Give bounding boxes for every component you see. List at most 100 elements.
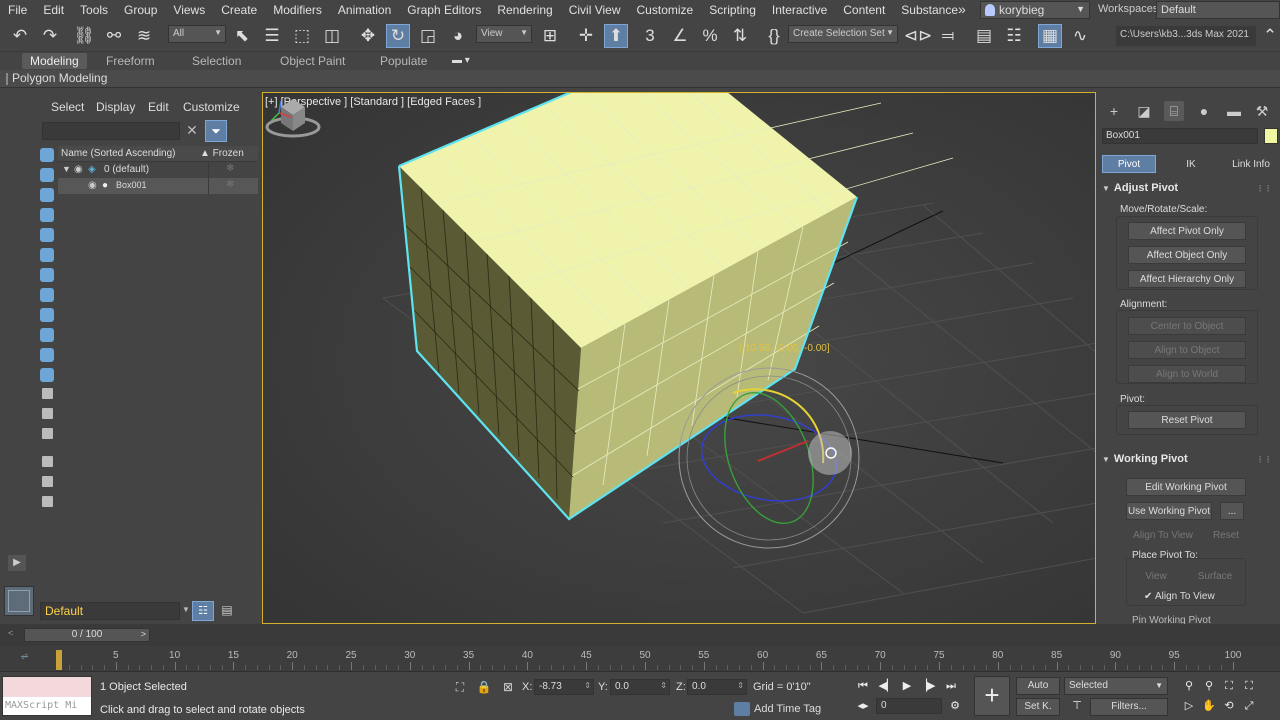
default-in-out-tangent-icon[interactable]: ⊤ bbox=[1068, 698, 1086, 714]
select-object-icon[interactable]: ⬉ bbox=[230, 24, 254, 48]
all-filter-icon[interactable] bbox=[42, 388, 53, 399]
play-icon[interactable]: ▶ bbox=[898, 678, 916, 694]
maximize-viewport-icon[interactable]: ⤢ bbox=[1240, 698, 1258, 714]
snowflake-icon[interactable]: ❄ bbox=[226, 163, 234, 174]
edit-named-selection-icon[interactable]: {} bbox=[762, 24, 786, 48]
previous-frame-icon[interactable]: ◀▏ bbox=[878, 678, 896, 694]
polygon-modeling-panel[interactable]: Polygon Modeling bbox=[12, 71, 107, 85]
spinner-snap-icon[interactable]: ⇅ bbox=[728, 24, 752, 48]
named-selection-set-select[interactable]: Create Selection Set ▼ bbox=[788, 25, 898, 43]
mirror-icon[interactable]: ⊲⊳ bbox=[904, 24, 933, 48]
rectangular-selection-icon[interactable]: ⬚ bbox=[290, 24, 314, 48]
affect-hierarchy-only-button[interactable]: Affect Hierarchy Only bbox=[1128, 270, 1246, 288]
z-coordinate-field[interactable]: 0.0 ⇕ bbox=[687, 679, 747, 695]
hierarchy-tab-icon[interactable]: ⌸ bbox=[1164, 101, 1184, 121]
find-icon[interactable] bbox=[42, 496, 53, 507]
keyboard-shortcut-override-icon[interactable]: ⬆ bbox=[604, 24, 628, 48]
timeline-toggle-icon[interactable]: < bbox=[8, 628, 18, 642]
maxscript-output[interactable] bbox=[3, 677, 91, 697]
eye-icon[interactable]: ◉ bbox=[88, 180, 98, 191]
spinner-icon[interactable]: ⇕ bbox=[737, 681, 744, 690]
menu-create[interactable]: Create bbox=[213, 3, 265, 17]
undo-icon[interactable]: ↶ bbox=[8, 24, 32, 48]
place-icon[interactable]: ◕ bbox=[446, 24, 470, 48]
key-mode-toggle-icon[interactable]: ◂▸ bbox=[854, 698, 872, 714]
menu-substance[interactable]: Substance bbox=[893, 3, 966, 17]
hidden-filter-icon[interactable] bbox=[40, 368, 54, 382]
menu-edit[interactable]: Edit bbox=[35, 3, 72, 17]
scene-explorer-toggle-icon[interactable]: ▤ bbox=[972, 24, 996, 48]
redo-icon[interactable]: ↷ bbox=[38, 24, 62, 48]
spinner-icon[interactable]: ⇕ bbox=[584, 681, 591, 690]
rotate-icon[interactable]: ↻ bbox=[386, 24, 410, 48]
affect-pivot-only-button[interactable]: Affect Pivot Only bbox=[1128, 222, 1246, 240]
user-account-dropdown[interactable]: korybieg ▼ bbox=[980, 1, 1090, 19]
y-coordinate-field[interactable]: 0.0 ⇕ bbox=[610, 679, 670, 695]
workspaces-select[interactable]: Default bbox=[1156, 1, 1280, 19]
pivot-tab[interactable]: Pivot bbox=[1102, 155, 1156, 173]
funnel-icon[interactable] bbox=[42, 476, 53, 487]
angle-snap-icon[interactable]: ∠ bbox=[668, 24, 692, 48]
set-key-button[interactable]: Set K. bbox=[1016, 698, 1060, 716]
bone-filter-icon[interactable] bbox=[40, 308, 54, 322]
time-configuration-icon[interactable]: ⚙ bbox=[946, 698, 964, 714]
move-icon[interactable]: ✥ bbox=[356, 24, 380, 48]
modify-tab-icon[interactable]: ◪ bbox=[1134, 101, 1154, 121]
place-pivot-view-button[interactable]: View bbox=[1132, 567, 1180, 585]
eye-icon[interactable]: ◉ bbox=[74, 164, 84, 175]
explorer-menu-display[interactable]: Display bbox=[96, 100, 135, 114]
pan-icon[interactable]: ✋ bbox=[1200, 698, 1218, 714]
percent-snap-icon[interactable]: % bbox=[698, 24, 722, 48]
ribbon-display-toggle-icon[interactable]: ▬ ▾ bbox=[452, 55, 480, 67]
align-icon[interactable]: ⫤ bbox=[936, 24, 960, 48]
unlink-icon[interactable]: ⚯ bbox=[102, 24, 126, 48]
working-pivot-rollout[interactable]: ▼ Working Pivot ⋮⋮ bbox=[1102, 453, 1274, 471]
menu-group[interactable]: Group bbox=[116, 3, 165, 17]
lock-icon[interactable]: 🔒 bbox=[476, 679, 492, 695]
ribbon-tab-freeform[interactable]: Freeform bbox=[98, 53, 163, 69]
absolute-mode-icon[interactable]: ⊠ bbox=[500, 679, 516, 695]
explorer-menu-customize[interactable]: Customize bbox=[183, 100, 240, 114]
expand-layouts-icon[interactable]: ▶ bbox=[8, 555, 26, 571]
layer-explorer-icon[interactable]: ☷ bbox=[192, 601, 214, 621]
utilities-tab-icon[interactable]: ⚒ bbox=[1252, 101, 1272, 121]
hierarchy-icon[interactable] bbox=[42, 456, 53, 467]
curve-editor-icon[interactable]: ∿ bbox=[1068, 24, 1092, 48]
window-crossing-icon[interactable]: ◫ bbox=[320, 24, 344, 48]
menu-overflow-icon[interactable]: » bbox=[958, 1, 966, 17]
frozen-filter-icon[interactable] bbox=[40, 348, 54, 362]
menu-customize[interactable]: Customize bbox=[629, 3, 702, 17]
container-filter-icon[interactable] bbox=[40, 328, 54, 342]
time-slider-handle[interactable]: 0 / 100 > bbox=[24, 628, 150, 642]
tree-row-object[interactable]: ◉ ● Box001 ❄ bbox=[58, 178, 258, 194]
chevron-down-icon[interactable]: ▼ bbox=[182, 605, 190, 614]
display-tab-icon[interactable]: ▬ bbox=[1224, 101, 1244, 121]
perspective-viewport[interactable]: [+] [Perspective ] [Standard ] [Edged Fa… bbox=[262, 92, 1096, 624]
select-manipulate-icon[interactable]: ✛ bbox=[574, 24, 598, 48]
ribbon-tab-selection[interactable]: Selection bbox=[184, 53, 249, 69]
snaps-toggle-icon[interactable]: 3 bbox=[638, 24, 662, 48]
explorer-search-input[interactable] bbox=[42, 122, 180, 140]
menu-interactive[interactable]: Interactive bbox=[764, 3, 835, 17]
ik-tab[interactable]: IK bbox=[1164, 155, 1218, 173]
scale-icon[interactable]: ◲ bbox=[416, 24, 440, 48]
menu-tools[interactable]: Tools bbox=[72, 3, 116, 17]
adjust-pivot-rollout[interactable]: ▼ Adjust Pivot ⋮⋮ bbox=[1102, 182, 1274, 200]
create-tab-icon[interactable]: + bbox=[1104, 101, 1124, 121]
menu-content[interactable]: Content bbox=[835, 3, 893, 17]
ribbon-tab-populate[interactable]: Populate bbox=[372, 53, 435, 69]
zoom-extents-all-icon[interactable]: ⛶ bbox=[1240, 678, 1258, 694]
close-icon[interactable]: ✕ bbox=[185, 122, 199, 140]
scene-explorer-icon[interactable]: ▤ bbox=[218, 601, 236, 621]
align-to-view-button[interactable]: Align To View bbox=[1126, 526, 1200, 544]
ribbon-toggle-icon[interactable]: ▦ bbox=[1038, 24, 1062, 48]
add-time-tag-button[interactable]: Add Time Tag bbox=[734, 702, 821, 718]
object-color-swatch[interactable] bbox=[1264, 128, 1278, 144]
menu-graph-editors[interactable]: Graph Editors bbox=[399, 3, 489, 17]
orbit-icon[interactable]: ⟲ bbox=[1220, 698, 1238, 714]
key-filter-select[interactable]: Selected ▼ bbox=[1064, 677, 1168, 695]
maxscript-input[interactable]: MAXScript Mi bbox=[3, 697, 91, 715]
shape-filter-icon[interactable] bbox=[40, 168, 54, 182]
chevron-right-icon[interactable]: > bbox=[141, 629, 146, 639]
affect-object-only-button[interactable]: Affect Object Only bbox=[1128, 246, 1246, 264]
